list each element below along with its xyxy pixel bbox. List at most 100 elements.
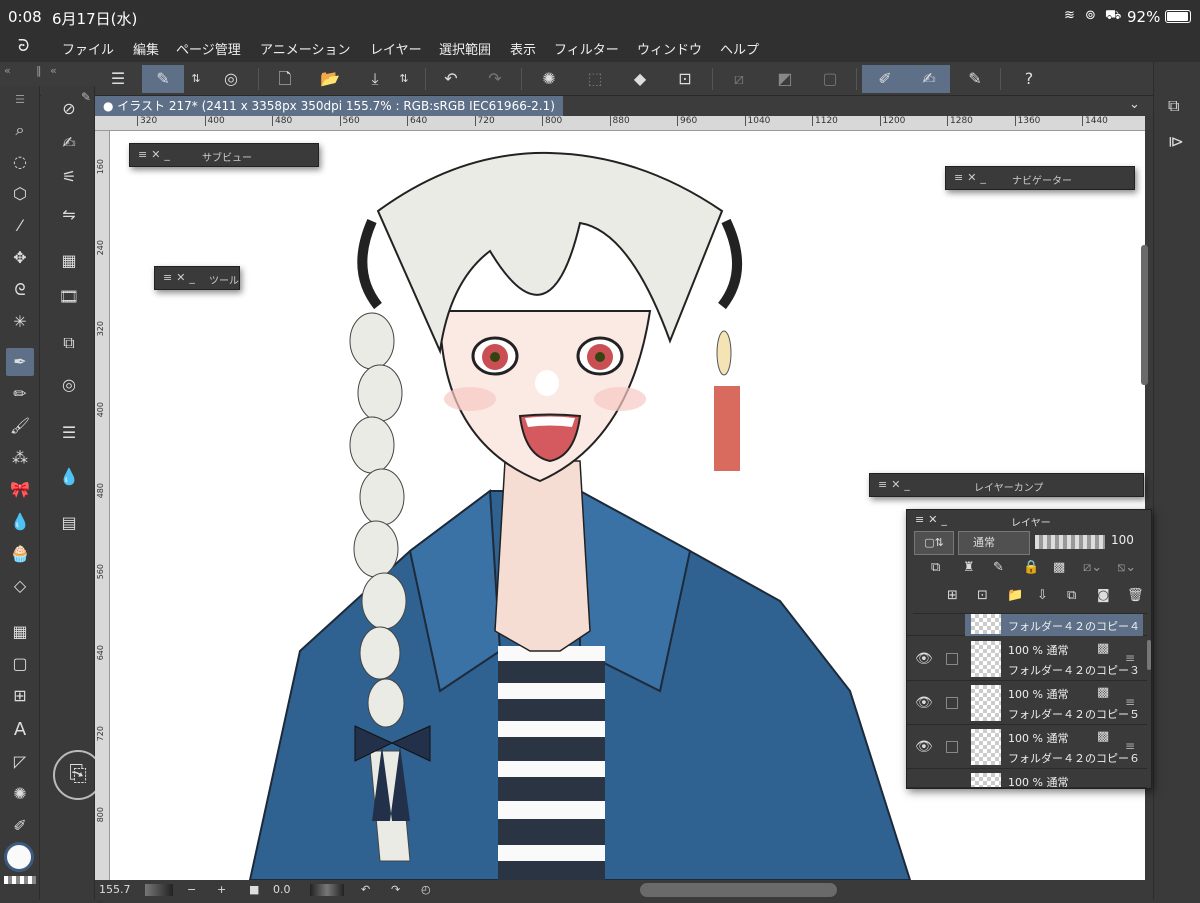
timeline-icon[interactable]: 🎞 — [56, 284, 82, 310]
tool-property-icon[interactable]: ✍ — [56, 130, 82, 156]
info-icon[interactable]: ▤ — [56, 510, 82, 536]
new-file-icon[interactable]: 🗋 — [270, 65, 300, 93]
new-raster-layer-icon[interactable]: ⊞ — [947, 588, 958, 603]
clip-studio-icon[interactable]: ◎ — [216, 65, 246, 93]
help-icon[interactable]: ? — [1014, 65, 1044, 93]
reset-rotation-icon[interactable]: ◴ — [421, 883, 431, 896]
material-panel-icon[interactable]: ⧉ — [1168, 96, 1179, 116]
expand-selection-icon[interactable]: ▢ — [815, 65, 845, 93]
panel-controls-icon[interactable]: ≡✕_ — [163, 271, 199, 284]
collapse-left-2-icon[interactable]: « — [50, 64, 57, 77]
stabilization-pen-icon[interactable]: ✐ — [862, 65, 908, 93]
object-tool-icon[interactable]: ⬡ — [6, 180, 34, 208]
drag-handle-icon[interactable]: ≡ — [1125, 651, 1135, 665]
fit-icon[interactable]: ■ — [249, 883, 259, 896]
visibility-eye-icon[interactable]: 👁 — [915, 695, 933, 711]
tool-settings-icon[interactable]: ⚟ — [56, 164, 82, 190]
layer-row[interactable]: 👁 100 % 通常 フォルダー４２のコピー６ ▩ ≡ — [907, 725, 1147, 769]
fill-icon[interactable]: ◆ — [625, 65, 655, 93]
menu-page[interactable]: ページ管理 — [176, 39, 241, 58]
chevron-down-icon[interactable]: ⌄ — [1129, 97, 1140, 112]
new-folder-icon[interactable]: 📁 — [1007, 588, 1023, 603]
figure-tool-icon[interactable]: ▢ — [6, 650, 34, 678]
blend-mode-select[interactable]: 通常 — [958, 531, 1030, 555]
delete-layer-icon[interactable]: 🗑 — [1127, 588, 1144, 603]
main-color-swatch[interactable] — [4, 842, 34, 872]
save-icon[interactable]: ⤓ — [360, 65, 390, 93]
blend-tool-icon[interactable]: 💧 — [6, 508, 34, 536]
gradient-tool-icon[interactable]: ▦ — [6, 618, 34, 646]
opacity-slider[interactable] — [1035, 535, 1105, 549]
menu-selection[interactable]: 選択範囲 — [439, 39, 491, 58]
layer-checkbox[interactable] — [946, 697, 958, 709]
correct-line-icon[interactable]: ✐ — [6, 812, 34, 840]
opacity-value[interactable]: 100 — [1111, 533, 1134, 547]
layer-checkbox[interactable] — [946, 741, 958, 753]
horizontal-scrollbar[interactable] — [640, 883, 837, 897]
material-icon[interactable]: ⧉ — [56, 330, 82, 356]
subview-panel[interactable]: ≡✕_ サブビュー — [129, 143, 319, 167]
clear-selection-icon[interactable]: ⬚ — [580, 65, 610, 93]
hide-selection-icon[interactable]: ⧄ — [724, 65, 754, 93]
clip-layer-icon[interactable]: ⧉ — [931, 560, 940, 575]
panel-controls-icon[interactable]: ≡✕_ — [878, 478, 914, 491]
animation-cels-icon[interactable]: ⧐ — [1168, 132, 1184, 151]
drag-handle-icon[interactable]: ≡ — [1125, 739, 1135, 753]
mask-enable-icon[interactable]: ⧄⌄ — [1083, 560, 1102, 575]
layer-row[interactable]: 👁 100 % 通常 フォルダー４２のコピー５ ▩ ≡ — [907, 681, 1147, 725]
layer-comp-panel[interactable]: ≡✕_ レイヤーカンプ — [869, 473, 1144, 497]
ruler-pen-icon[interactable]: ✎ — [960, 65, 990, 93]
invert-selection-icon[interactable]: ◩ — [770, 65, 800, 93]
tool-panel[interactable]: ≡✕_ ツール — [154, 266, 240, 290]
pen-tool-icon[interactable]: ✒ — [6, 348, 34, 376]
merge-down-icon[interactable]: ⧉ — [1067, 588, 1076, 603]
layer-color-select[interactable]: ▢⇅ — [914, 531, 954, 555]
menu-animation[interactable]: アニメーション — [260, 39, 350, 58]
color-circle-icon[interactable]: ⇋ — [56, 202, 82, 228]
edit-mode-icon[interactable]: ✎ — [142, 65, 184, 93]
ruler-tool-icon[interactable]: ✺ — [6, 780, 34, 808]
magic-wand-icon[interactable]: ✳ — [6, 308, 34, 336]
layer-row[interactable]: 100 % 通常 — [907, 769, 1147, 788]
vertical-scrollbar[interactable] — [1141, 245, 1148, 385]
layer-checkbox[interactable] — [946, 653, 958, 665]
transform-icon[interactable]: ⊡ — [670, 65, 700, 93]
zoom-out-icon[interactable]: − — [187, 883, 196, 896]
clip-studio-logo-icon[interactable]: ᘒ — [18, 36, 29, 56]
zoom-value[interactable]: 155.7 — [99, 883, 131, 896]
layer-search-icon[interactable]: 💧 — [56, 464, 82, 490]
undo-icon[interactable]: ↶ — [436, 65, 466, 93]
panel-controls-icon[interactable]: ≡✕_ — [954, 171, 990, 184]
menu-edit[interactable]: 編集 — [133, 39, 159, 58]
rotate-right-icon[interactable]: ↷ — [391, 883, 400, 896]
visibility-eye-icon[interactable]: 👁 — [915, 739, 933, 755]
loading-icon[interactable]: ✺ — [534, 65, 564, 93]
panel-grip-icon[interactable]: ‖ — [36, 64, 42, 77]
collapse-left-icon[interactable]: « — [4, 64, 11, 77]
panel-controls-icon[interactable]: ≡✕_ — [915, 513, 951, 526]
layer-property-icon[interactable]: ◎ — [56, 372, 82, 398]
brush-tool-icon[interactable]: 🖌 — [6, 412, 34, 440]
decoration-tool-icon[interactable]: 🎀 — [6, 476, 34, 504]
rotate-view-icon[interactable]: ◌ — [6, 148, 34, 176]
lock-transparency-icon[interactable]: ▩ — [1053, 560, 1065, 575]
save-options-icon[interactable]: ⇅ — [394, 65, 414, 93]
reference-layer-icon[interactable]: ♜ — [963, 560, 975, 575]
transfer-down-icon[interactable]: ⇩ — [1037, 588, 1048, 603]
navigator-panel[interactable]: ≡✕_ ナビゲーター — [945, 166, 1135, 190]
lasso-tool-icon[interactable]: ᘓ — [6, 276, 34, 304]
visibility-eye-icon[interactable]: 👁 — [915, 651, 933, 667]
pencil-tool-icon[interactable]: ✏ — [6, 380, 34, 408]
layer-scrollbar[interactable] — [1147, 640, 1151, 670]
rotation-slider[interactable] — [310, 884, 344, 896]
zoom-slider[interactable] — [145, 884, 173, 896]
redo-icon[interactable]: ↷ — [480, 65, 510, 93]
rotate-left-icon[interactable]: ↶ — [361, 883, 370, 896]
layer-list-icon[interactable]: ☰ — [56, 420, 82, 446]
color-set-icon[interactable]: ▦ — [56, 248, 82, 274]
eyedropper-icon[interactable]: ⁄ — [6, 212, 34, 240]
layer-row-selected[interactable]: フォルダー４２のコピー４ — [907, 614, 1147, 636]
menu-window[interactable]: ウィンドウ — [637, 39, 702, 58]
zoom-tool-icon[interactable]: ⌕ — [6, 116, 34, 144]
transparent-color-swatch[interactable] — [4, 876, 36, 884]
